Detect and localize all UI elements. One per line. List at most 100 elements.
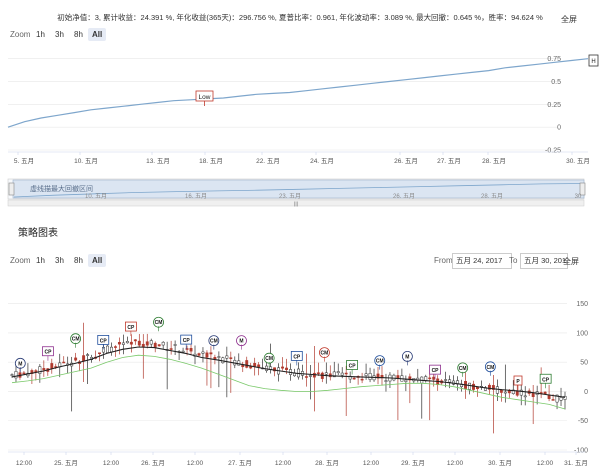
candle-body bbox=[149, 340, 153, 345]
trade-flag: CM bbox=[319, 347, 330, 362]
strategy-x-tick: 12:00 bbox=[363, 460, 380, 467]
trade-flag-label: CP bbox=[432, 368, 440, 374]
candle-body bbox=[444, 379, 448, 381]
navigator-x-tick: 28. 五月 bbox=[481, 193, 503, 200]
trade-flag: CM bbox=[70, 333, 81, 348]
candle-body bbox=[14, 371, 18, 379]
equity-x-tick: 27. 五月 bbox=[437, 157, 461, 165]
candles bbox=[10, 322, 567, 434]
trade-flag: CP bbox=[346, 360, 358, 375]
candle-body bbox=[531, 392, 535, 397]
candle-body bbox=[82, 355, 86, 362]
strategy-y-tick: 50 bbox=[580, 360, 588, 367]
candle-body bbox=[153, 342, 157, 348]
strategy-x-tick: 28. 五月 bbox=[315, 459, 339, 467]
strategy-grid bbox=[8, 303, 567, 451]
navigator-x-tick: 10. 五月 bbox=[85, 193, 107, 200]
candle-body bbox=[308, 375, 312, 377]
candle-body bbox=[253, 362, 257, 367]
end-flag: H bbox=[588, 54, 599, 67]
candle-body bbox=[201, 351, 205, 354]
navigator-x-tick: 26. 五月 bbox=[393, 193, 415, 200]
zoom-all-button-bottom[interactable]: All bbox=[88, 254, 107, 267]
equity-x-tick: 24. 五月 bbox=[310, 157, 334, 165]
candle-body bbox=[173, 344, 177, 346]
trade-flag: CM bbox=[208, 335, 220, 350]
candle-body bbox=[125, 341, 129, 344]
svg-text:H: H bbox=[591, 59, 595, 65]
trade-flag-label: CP bbox=[349, 363, 357, 369]
fullscreen-button-bottom[interactable]: 全屏 bbox=[563, 256, 579, 267]
candle-body bbox=[169, 348, 173, 350]
trade-flag: M bbox=[14, 357, 26, 373]
candle-body bbox=[229, 357, 233, 359]
candle-body bbox=[181, 350, 185, 353]
strategy-x-tick: 29. 五月 bbox=[401, 459, 425, 467]
trade-flag: CP bbox=[180, 334, 193, 350]
trend-line bbox=[11, 346, 566, 398]
candle-body bbox=[281, 366, 284, 369]
scrollbar-grip-icon: ||| bbox=[294, 202, 298, 208]
trade-flag: P bbox=[513, 375, 523, 391]
navigator-handle-left[interactable] bbox=[8, 182, 15, 196]
strategy-x-tick: 12:00 bbox=[16, 460, 33, 467]
candle-body bbox=[137, 340, 141, 346]
zoom-label-bottom: Zoom bbox=[10, 256, 31, 265]
zoom-3h-button-bottom[interactable]: 3h bbox=[51, 254, 68, 267]
navigator-label: 虚线描最大回撤区间 bbox=[30, 184, 93, 193]
trade-flag-label: CM bbox=[486, 365, 494, 371]
trade-flag-label: CP bbox=[183, 338, 191, 344]
section-title: 策略图表 bbox=[18, 228, 58, 239]
candle-body bbox=[245, 360, 249, 368]
candle-body bbox=[145, 341, 149, 346]
strategy-y-tick: 150 bbox=[576, 301, 588, 308]
candle-body bbox=[98, 352, 101, 355]
trade-flag-label: CM bbox=[376, 359, 384, 365]
strategy-x-tick: 12:00 bbox=[275, 460, 292, 467]
strategy-x-tick: 12:00 bbox=[103, 460, 120, 467]
candle-body bbox=[559, 397, 563, 401]
candle-body bbox=[432, 376, 436, 380]
equity-x-axis: 5. 五月 10. 五月 13. 五月 18. 五月 22. 五月 24. 五月 26. 五… bbox=[8, 151, 590, 165]
equity-y-axis: 0.75 0.5 0.25 0 -0.25 bbox=[545, 56, 561, 154]
zoom-1h-button-bottom[interactable]: 1h bbox=[32, 254, 49, 267]
to-date-input[interactable]: 五月 30, 2017 bbox=[520, 253, 568, 269]
low-annotation-label: Low bbox=[199, 94, 211, 101]
navigator-x-tick: 23. 五月 bbox=[279, 193, 301, 200]
candle-body bbox=[50, 363, 54, 369]
candle-body bbox=[42, 368, 46, 371]
trade-flag: CP bbox=[429, 364, 441, 380]
candle-body bbox=[22, 372, 26, 375]
candle-body bbox=[404, 379, 408, 382]
candle-body bbox=[424, 376, 428, 381]
candle-body bbox=[472, 383, 475, 390]
candle-body bbox=[197, 353, 201, 356]
trade-flag: CP bbox=[42, 346, 54, 361]
candle-body bbox=[141, 343, 145, 347]
candle-body bbox=[340, 372, 344, 376]
candle-body bbox=[257, 364, 261, 368]
from-date-input[interactable]: 五月 24, 2017 bbox=[452, 253, 512, 269]
strategy-y-tick: 100 bbox=[576, 330, 588, 337]
strategy-chart: M CP CM CP CP CM CP CM M CM CP CM CP CM M CP CM CM P CP 150… bbox=[8, 301, 588, 467]
candle-body bbox=[392, 374, 396, 381]
low-annotation: Low bbox=[195, 90, 214, 106]
strategy-x-tick: 12:00 bbox=[187, 460, 204, 467]
candle-body bbox=[237, 360, 241, 366]
candle-body bbox=[503, 391, 507, 394]
candle-body bbox=[129, 341, 133, 345]
equity-y-tick: 0.25 bbox=[547, 102, 561, 109]
candle-body bbox=[304, 376, 308, 378]
candle-body bbox=[217, 356, 221, 358]
equity-y-tick: -0.25 bbox=[545, 148, 561, 155]
strategy-x-tick: 12:00 bbox=[447, 460, 464, 467]
navigator-x-tick: 16. 五月 bbox=[185, 193, 207, 200]
strategy-x-tick: 26. 五月 bbox=[141, 459, 165, 467]
strategy-x-tick: 25. 五月 bbox=[54, 459, 78, 467]
trade-flag: M bbox=[401, 350, 413, 366]
zoom-8h-button-bottom[interactable]: 8h bbox=[70, 254, 87, 267]
trade-flag: CM bbox=[153, 316, 164, 332]
candle-body bbox=[468, 382, 471, 390]
candle-body bbox=[121, 342, 125, 345]
trade-flag-label: CM bbox=[321, 351, 329, 357]
